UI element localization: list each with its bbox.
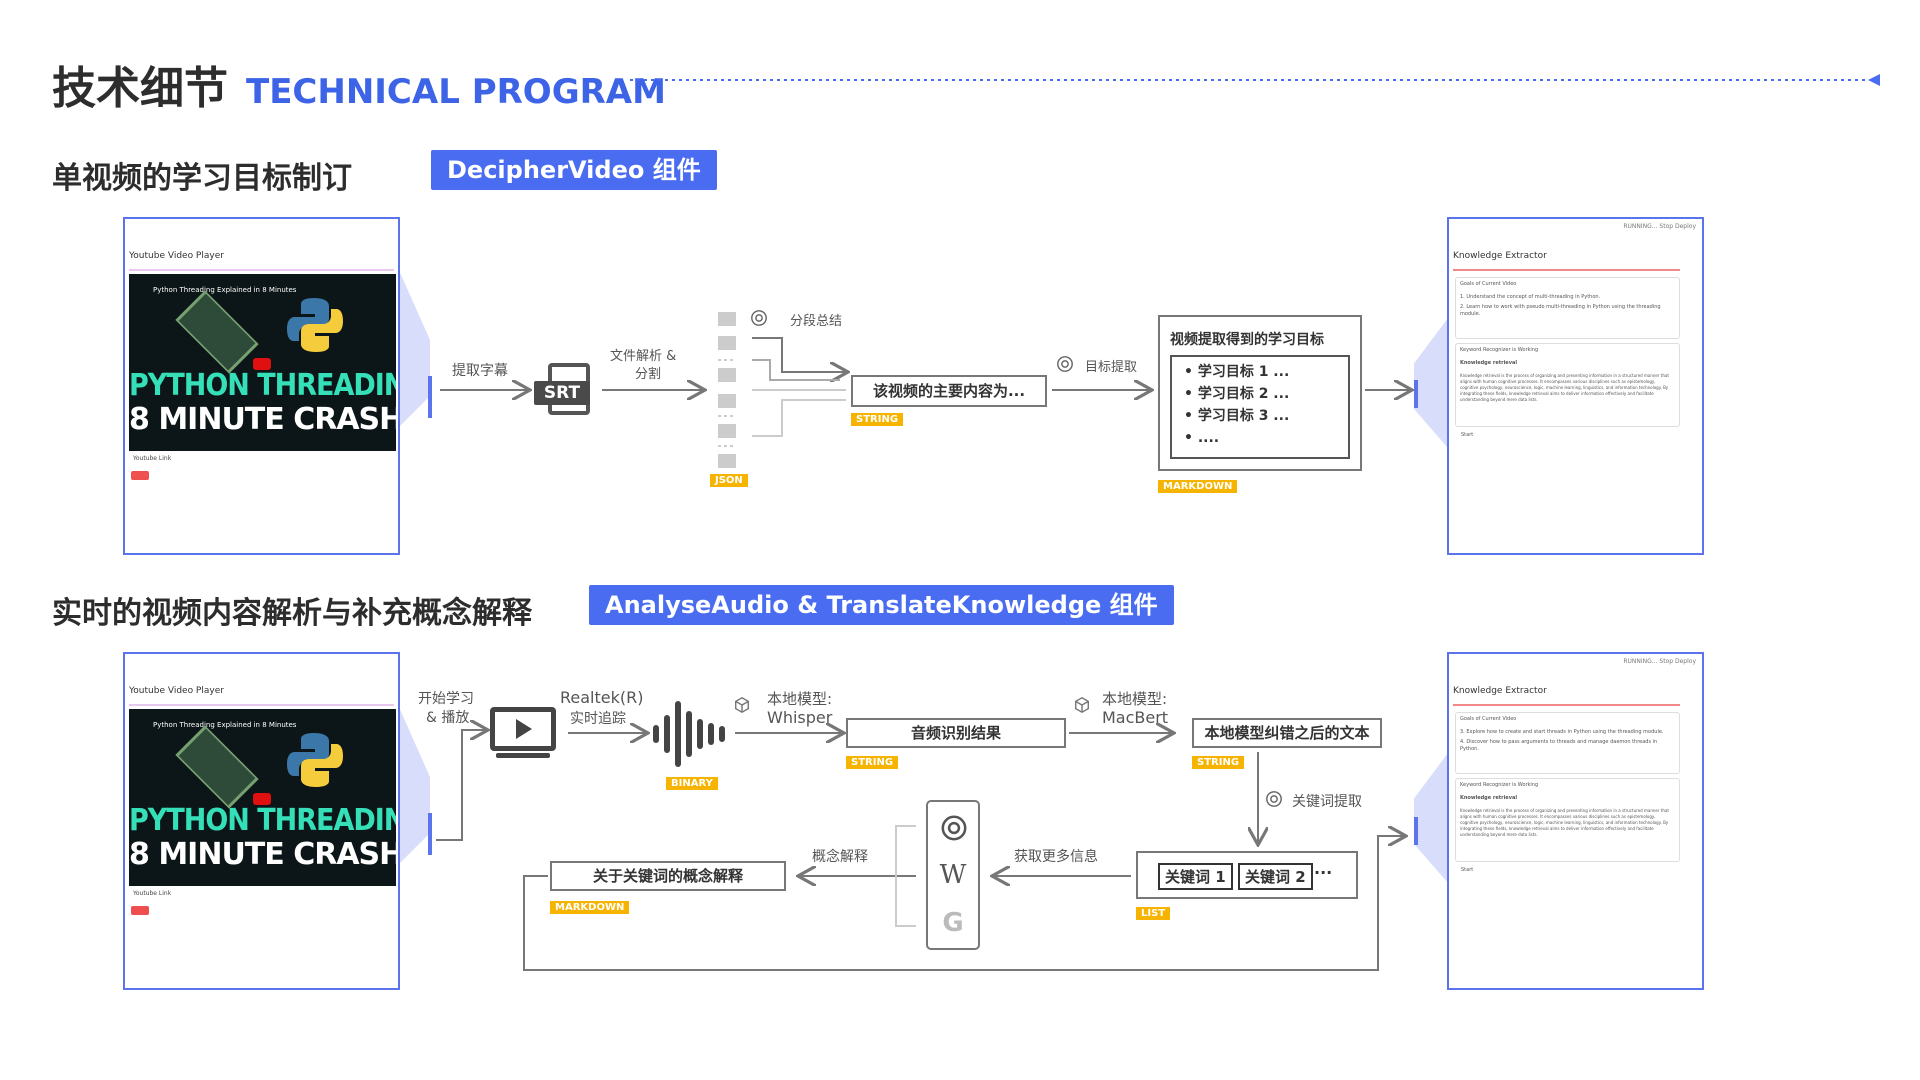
string-tag-2: STRING [846, 756, 899, 769]
openai-icon [1266, 791, 1282, 807]
corrected-text-box: 本地模型纠错之后的文本 [1192, 718, 1382, 748]
more-info-label: 获取更多信息 [1014, 849, 1098, 865]
keywords-more: ··· [1314, 863, 1333, 882]
markdown-tag-2: MARKDOWN [550, 901, 630, 914]
audio-waveform-icon [653, 701, 725, 767]
keyword-extract-label: 关键词提取 [1292, 794, 1362, 810]
macbert-label-2: MacBert [1102, 708, 1169, 727]
knowledge-sources-stack: W G [926, 800, 980, 950]
keywords-box: 关键词 1 关键词 2 ··· [1136, 851, 1358, 899]
concept-label: 概念解释 [812, 849, 868, 865]
realtek-label-1: Realtek(R) [560, 688, 644, 707]
concept-explanation-box: 关于关键词的概念解释 [550, 861, 786, 891]
video-play-icon [490, 707, 556, 759]
string-tag-3: STRING [1192, 756, 1245, 769]
realtek-label-2: 实时追踪 [570, 711, 626, 727]
whisper-label-1: 本地模型: [767, 690, 833, 708]
model-cube-icon [734, 696, 750, 714]
wikipedia-icon: W [939, 860, 967, 890]
macbert-label-1: 本地模型: [1102, 690, 1168, 708]
google-icon: G [942, 908, 964, 938]
keyword-chip-2: 关键词 2 [1238, 863, 1313, 890]
start-label-1: 开始学习 [418, 691, 474, 707]
whisper-label-2: Whisper [767, 708, 833, 727]
start-label-2: & 播放 [426, 710, 470, 726]
list-tag: LIST [1136, 907, 1171, 920]
binary-tag: BINARY [666, 777, 718, 790]
openai-icon [941, 815, 967, 841]
asr-result-box: 音频识别结果 [846, 718, 1066, 748]
model-cube-icon [1074, 696, 1090, 714]
keyword-chip-1: 关键词 1 [1158, 863, 1233, 890]
